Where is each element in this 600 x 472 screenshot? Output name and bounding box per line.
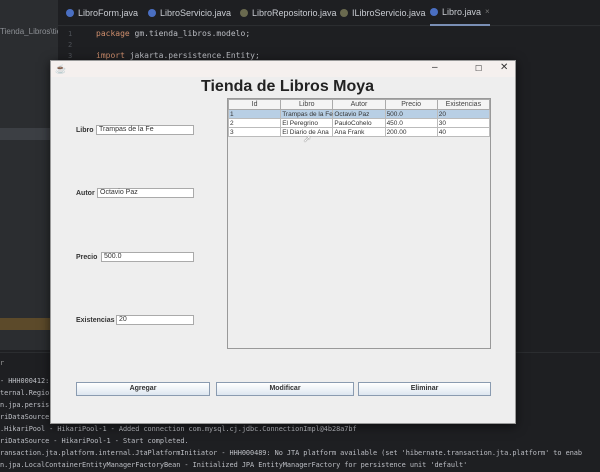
autor-input[interactable]: Octavio Paz [97,188,194,198]
code-line: import jakarta.persistence.Entity; [96,51,260,60]
libros-table[interactable]: Id Libro Autor Precio Existencias 1 Tram… [227,98,491,349]
console-header: r [0,359,5,367]
cell[interactable]: 200.00 [384,127,438,137]
mouse-pointer-icon: ➚ [303,134,312,145]
console-line: n.jpa.persis [0,401,50,409]
column-header-libro[interactable]: Libro [280,99,334,110]
java-class-icon [66,9,74,17]
form-title: Tienda de Libros Moya [201,78,375,95]
interface-icon [240,9,248,17]
line-number: 1 [68,30,73,38]
cell[interactable]: PauloCohelo [332,118,386,128]
cell[interactable]: 1 [227,109,282,119]
table-row[interactable]: 3 El Diario de Ana Ana Frank 200.00 40 [227,127,491,137]
cell[interactable]: Ana Frank [332,127,386,137]
editor-tabs: LibroForm.java LibroServicio.java LibroR… [58,0,600,26]
console-line: riDataSource [0,413,50,421]
table-header: Id Libro Autor Precio Existencias [227,99,491,110]
cell[interactable]: 30 [436,118,491,128]
column-header-id[interactable]: Id [227,99,282,110]
console-line: n.jpa.LocalContainerEntityManagerFactory… [0,461,468,469]
cell[interactable]: Trampas de la Fe [280,109,334,119]
table-row[interactable]: 1 Trampas de la Fe Octavio Paz 500.0 20 [227,109,491,119]
keyword: package [96,29,130,38]
console-line: ransaction.jta.platform.internal.JtaPlat… [0,449,582,457]
column-header-existencias[interactable]: Existencias [436,99,491,110]
column-header-precio[interactable]: Precio [384,99,438,110]
line-number: 3 [68,52,73,60]
cell[interactable]: 40 [436,127,491,137]
cell[interactable]: 2 [227,118,282,128]
libro-label: Libro [76,127,94,134]
tab-libroform[interactable]: LibroForm.java [66,0,138,26]
cell[interactable]: 3 [227,127,282,137]
java-class-icon [148,9,156,17]
modificar-button[interactable]: Modificar [216,382,354,396]
java-app-icon: ☕ [55,64,67,74]
table-row[interactable]: 2 El Peregrino PauloCohelo 450.0 30 [227,118,491,128]
java-class-icon [430,8,438,16]
app-window: ☕ – ☐ ✕ Tienda de Libros Moya Libro Tram… [50,60,516,424]
existencias-input[interactable]: 20 [116,315,194,325]
autor-label: Autor [76,190,95,197]
cell[interactable]: 500.0 [384,109,438,119]
console-line: .HikariPool - HikariPool-1 - Added conne… [0,425,357,433]
precio-input[interactable]: 500.0 [101,252,194,262]
code-text: jakarta.persistence.Entity; [124,51,260,60]
tab-libro[interactable]: Libro.java × [430,0,490,26]
precio-label: Precio [76,254,98,261]
console-line: - HHH000412: [0,377,50,385]
cell[interactable]: 450.0 [384,118,438,128]
cell[interactable]: El Peregrino [280,118,334,128]
libro-input[interactable]: Trampas de la Fe [96,125,194,135]
window-titlebar[interactable]: ☕ – ☐ ✕ [51,61,515,77]
code-line: package gm.tienda_libros.modelo; [96,29,250,38]
agregar-button[interactable]: Agregar [76,382,210,396]
cell[interactable]: 20 [436,109,491,119]
interface-icon [340,9,348,17]
console-line: ternal.Regio [0,389,50,397]
line-number: 2 [68,41,73,49]
keyword: import [96,51,125,60]
close-button[interactable]: ✕ [500,62,508,73]
tab-librorepositorio[interactable]: LibroRepositorio.java [240,0,337,26]
close-tab-icon[interactable]: × [485,0,490,25]
tab-libroservicio[interactable]: LibroServicio.java [148,0,231,26]
console-line: riDataSource - HikariPool-1 - Start comp… [0,437,189,445]
code-text: gm.tienda_libros.modelo; [129,29,251,38]
existencias-label: Existencias [76,317,115,324]
maximize-button[interactable]: ☐ [475,64,482,73]
column-header-autor[interactable]: Autor [332,99,386,110]
eliminar-button[interactable]: Eliminar [358,382,491,396]
cell[interactable]: Octavio Paz [332,109,386,119]
minimize-button[interactable]: – [432,62,438,73]
tab-ilibroservicio[interactable]: ILibroServicio.java [340,0,426,26]
